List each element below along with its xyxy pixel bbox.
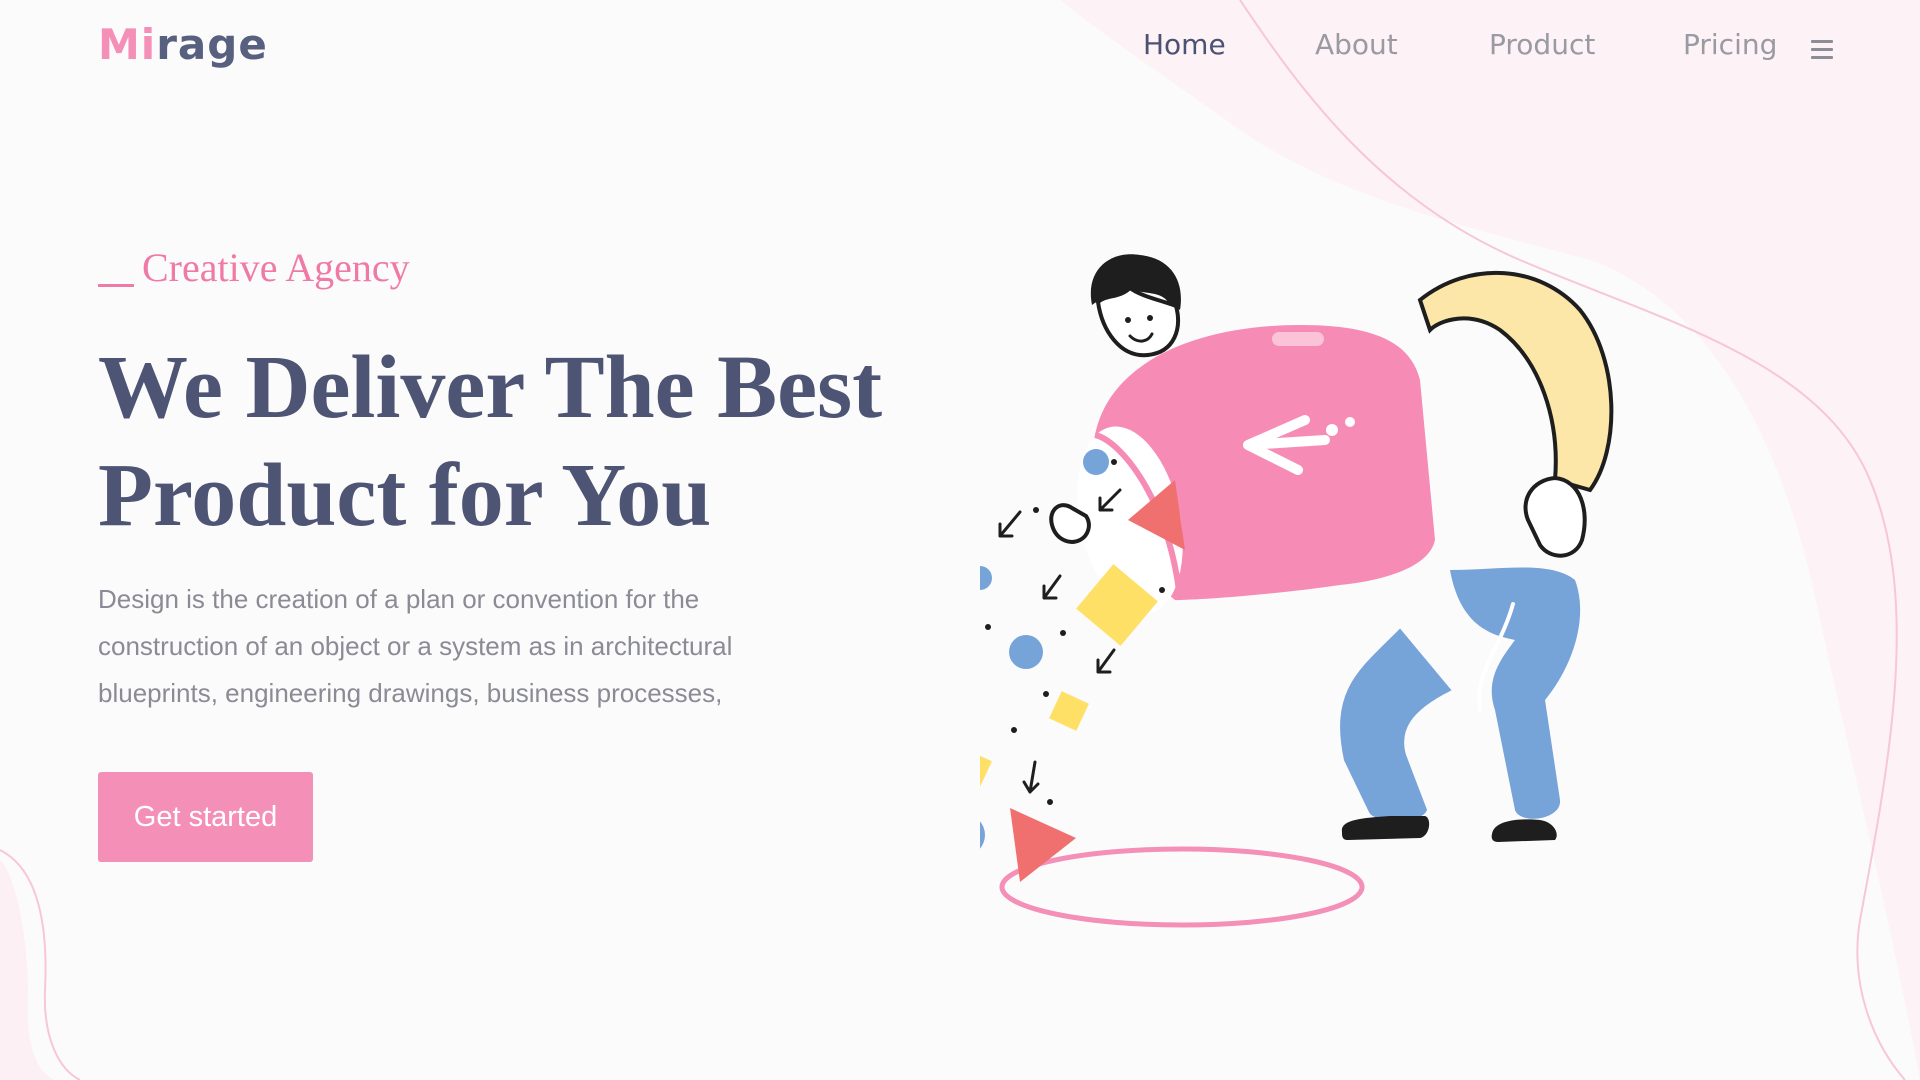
eye-right	[1147, 315, 1153, 321]
get-started-button[interactable]: Get started	[98, 772, 313, 862]
menu-bar-bottom	[1811, 56, 1833, 59]
yellow-diamond-3	[980, 746, 992, 794]
left-leg	[1340, 628, 1452, 821]
headline-line-2: Product for You	[98, 446, 712, 545]
hero-description: Design is the creation of a plan or conv…	[98, 584, 733, 708]
nav-link-home[interactable]: Home	[1143, 28, 1226, 61]
dot-10	[1159, 587, 1165, 593]
eyebrow-dash	[98, 284, 134, 287]
dot-4	[1060, 630, 1066, 636]
right-leg	[1450, 567, 1581, 819]
dot-5	[1043, 691, 1049, 697]
arrow-1	[998, 510, 1022, 538]
ground-ring	[999, 846, 1365, 928]
red-triangle-3	[1010, 808, 1076, 882]
headline-line-1: We Deliver The Best	[98, 338, 883, 437]
yellow-diamond-2	[1049, 691, 1089, 731]
arrow-2	[1042, 574, 1062, 600]
bucket-dot-2	[1345, 417, 1355, 427]
hamburger-menu-icon[interactable]	[1811, 40, 1835, 60]
bottom-left-blob	[0, 860, 55, 1080]
right-shoe	[1491, 819, 1557, 842]
dot-6	[1011, 727, 1017, 733]
eye-left	[1125, 317, 1131, 323]
left-shoe	[1341, 816, 1430, 840]
blue-ball-2	[980, 566, 992, 590]
dot-3	[985, 624, 991, 630]
menu-bar-middle	[1811, 48, 1833, 51]
yellow-sleeve	[1417, 270, 1614, 493]
dot-2	[1033, 507, 1039, 513]
blue-ball-1	[1083, 449, 1109, 475]
hero-headline: We Deliver The Best Product for You	[98, 334, 882, 550]
blue-ball-4	[980, 821, 985, 849]
hero-illustration	[980, 254, 1614, 928]
right-hand	[1523, 475, 1587, 558]
main-navigation: Home About Product Pricing	[0, 28, 1920, 72]
bucket-dot-1	[1326, 424, 1338, 436]
eyebrow-text: Creative Agency	[142, 245, 410, 290]
nav-link-pricing[interactable]: Pricing	[1683, 28, 1777, 61]
blue-ball-3	[1009, 635, 1043, 669]
arrow-6	[1022, 760, 1040, 794]
nav-link-product[interactable]: Product	[1489, 28, 1595, 61]
menu-bar-top	[1811, 40, 1833, 43]
hero-eyebrow: Creative Agency	[98, 244, 410, 291]
dot-1	[1111, 459, 1117, 465]
arrow-5	[1096, 648, 1116, 674]
dot-9	[1047, 799, 1053, 805]
bucket-highlight	[1272, 332, 1324, 346]
nav-link-about[interactable]: About	[1315, 28, 1398, 61]
